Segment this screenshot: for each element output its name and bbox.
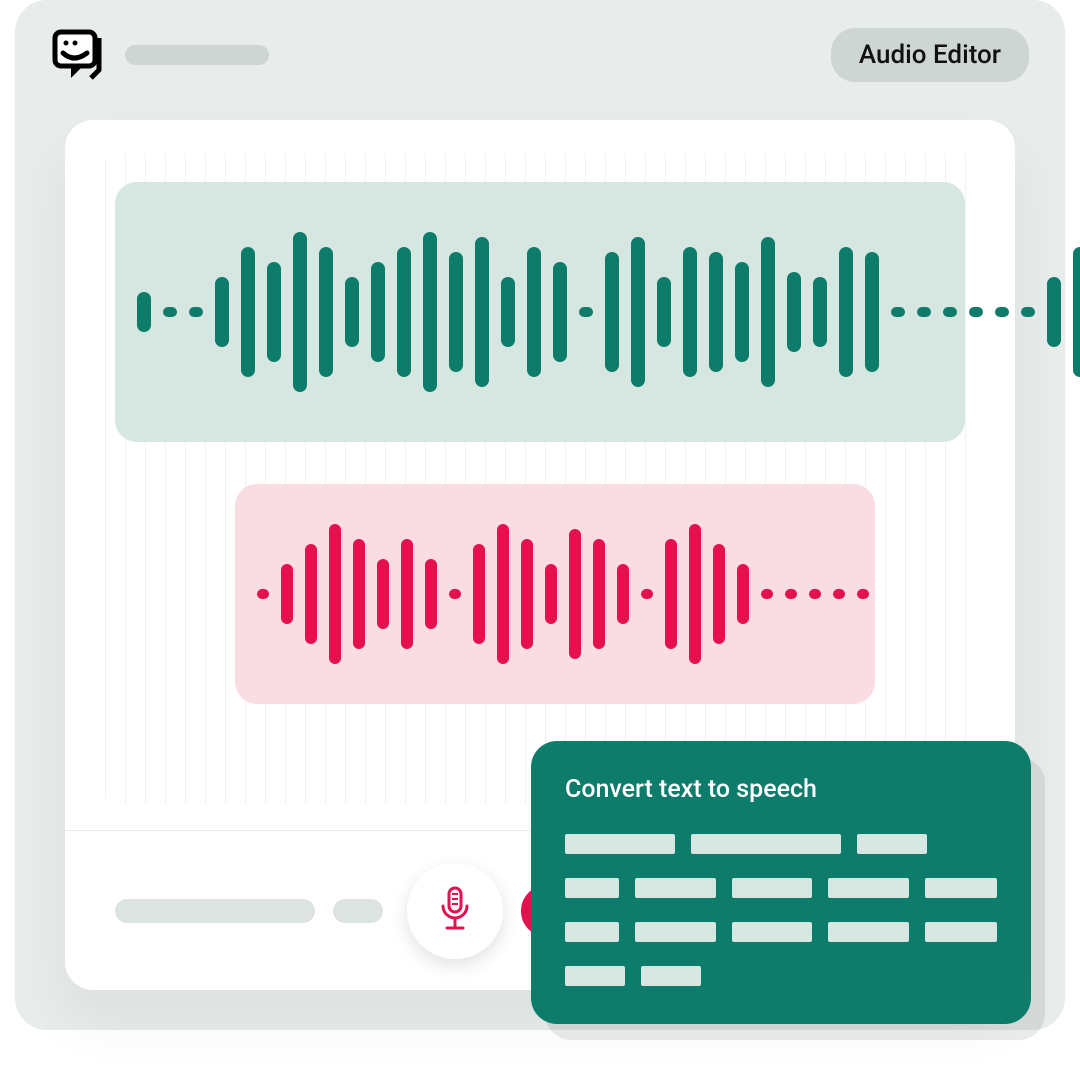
titlebar-left: [51, 28, 269, 82]
waveform-bar: [839, 247, 853, 377]
tts-word-placeholder: [925, 878, 997, 898]
waveform-bar: [473, 544, 485, 644]
audio-clip-2[interactable]: [235, 484, 875, 704]
waveform-bar: [553, 262, 567, 362]
waveform-bar: [329, 524, 341, 664]
waveform-bar: [449, 589, 461, 599]
tts-word-placeholder: [641, 966, 701, 986]
tts-word-placeholder: [565, 966, 625, 986]
waveform-bar: [423, 232, 437, 392]
waveform-bar: [709, 252, 723, 372]
waveform-bar: [521, 539, 533, 649]
waveform-bar: [617, 564, 629, 624]
waveform-bar: [267, 262, 281, 362]
waveform-bar: [569, 529, 581, 659]
waveform-bar: [241, 247, 255, 377]
waveform-bar: [605, 252, 619, 372]
waveform-bar: [995, 307, 1009, 317]
waveform-bar: [761, 589, 773, 599]
waveform-bar: [657, 277, 671, 347]
waveform-bar: [943, 307, 957, 317]
tts-word-placeholder: [635, 922, 716, 942]
waveform-bar: [353, 539, 365, 649]
waveform-bar: [215, 277, 229, 347]
waveform-bar: [579, 307, 593, 317]
waveform-bar: [1021, 307, 1035, 317]
waveform-bar: [137, 292, 151, 332]
waveform-bar: [475, 237, 489, 387]
tts-line: [565, 922, 997, 942]
waveform-bar: [713, 544, 725, 644]
waveform-bar: [689, 524, 701, 664]
waveform-bar: [891, 307, 905, 317]
tts-word-placeholder: [828, 878, 909, 898]
waveform-bar: [545, 564, 557, 624]
waveform-bar: [737, 564, 749, 624]
tts-word-placeholder: [565, 922, 619, 942]
waveform-bar: [377, 559, 389, 629]
waveform-bar: [1047, 277, 1061, 347]
tts-word-placeholder: [925, 922, 997, 942]
app-logo-icon: [51, 28, 105, 82]
waveform-bar: [735, 262, 749, 362]
tts-word-placeholder: [565, 878, 619, 898]
waveform-bar: [449, 252, 463, 372]
waveform-bar: [319, 247, 333, 377]
tts-word-placeholder: [828, 922, 909, 942]
title-placeholder: [125, 45, 269, 65]
waveform-bar: [813, 277, 827, 347]
waveform-bar: [497, 524, 509, 664]
waveform-bar: [969, 307, 983, 317]
waveform-bar: [371, 262, 385, 362]
waveform-bar: [281, 564, 293, 624]
tts-line: [565, 966, 997, 986]
tts-line: [565, 878, 997, 898]
waveform-bar: [593, 539, 605, 649]
waveform-bar: [865, 252, 879, 372]
editor-canvas: Convert text to speech: [65, 120, 1015, 990]
tts-word-placeholder: [857, 834, 927, 854]
control-placeholder-small: [333, 899, 383, 923]
mode-badge: Audio Editor: [831, 28, 1029, 82]
audio-clip-1[interactable]: [115, 182, 965, 442]
titlebar: Audio Editor: [15, 0, 1065, 90]
waveform-bar: [425, 559, 437, 629]
tts-line: [565, 834, 997, 854]
waveform-bar: [345, 277, 359, 347]
waveform-bar: [1073, 247, 1080, 377]
waveform-bar: [641, 589, 653, 599]
microphone-button[interactable]: [407, 863, 503, 959]
waveform-bar: [501, 277, 515, 347]
tts-panel-title: Convert text to speech: [565, 775, 997, 804]
waveform-bar: [397, 247, 411, 377]
control-placeholder-large: [115, 899, 315, 923]
waveform-bar: [833, 589, 845, 599]
waveform-bar: [809, 589, 821, 599]
waveform-bar: [189, 307, 203, 317]
waveform-bar: [857, 589, 869, 599]
waveform-bar: [401, 539, 413, 649]
app-window: Audio Editor: [15, 0, 1065, 1030]
tts-word-placeholder: [691, 834, 841, 854]
waveform-bar: [787, 272, 801, 352]
waveform-bar: [785, 589, 797, 599]
waveform-bar: [305, 544, 317, 644]
tts-word-placeholder: [732, 922, 813, 942]
timeline-grid: [105, 154, 975, 804]
waveform-bar: [293, 232, 307, 392]
waveform-bar: [917, 307, 931, 317]
waveform-bar: [163, 307, 177, 317]
tts-word-placeholder: [635, 878, 716, 898]
waveform-bar: [527, 247, 541, 377]
waveform-bar: [257, 589, 269, 599]
microphone-icon: [437, 886, 473, 936]
tts-word-placeholder: [565, 834, 675, 854]
tts-word-placeholder: [732, 878, 813, 898]
text-to-speech-panel[interactable]: Convert text to speech: [531, 741, 1031, 1024]
waveform-bar: [665, 539, 677, 649]
waveform-bar: [761, 237, 775, 387]
tts-text-placeholder: [565, 834, 997, 986]
waveform-bar: [631, 237, 645, 387]
waveform-bar: [683, 247, 697, 377]
